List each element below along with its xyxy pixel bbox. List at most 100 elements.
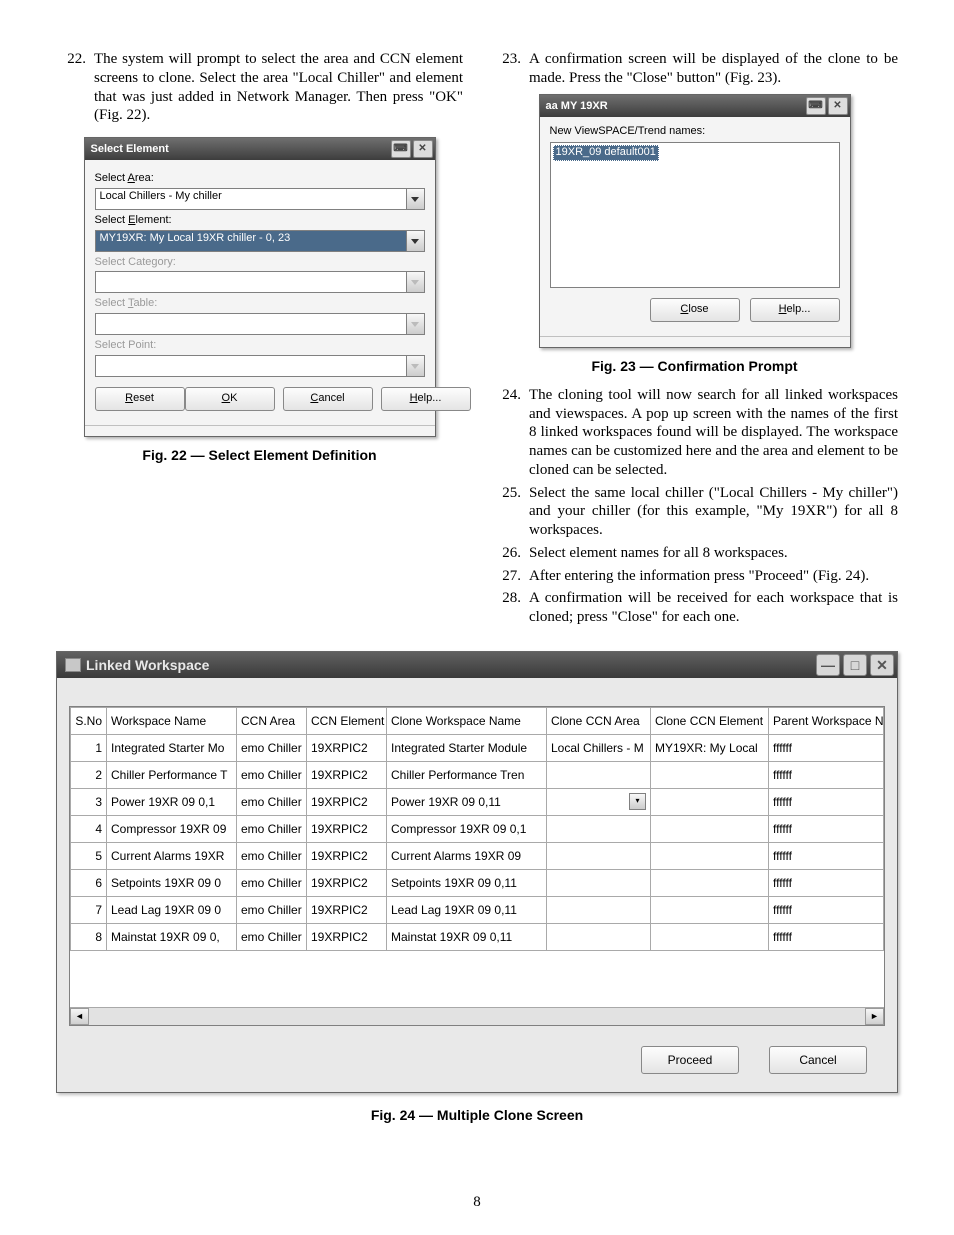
table-cell[interactable]: ffffff — [769, 815, 884, 842]
table-cell[interactable]: ffffff — [769, 788, 884, 815]
table-cell[interactable] — [547, 869, 651, 896]
table-row[interactable]: 1Integrated Starter Moemo Chiller19XRPIC… — [71, 734, 884, 761]
table-cell: emo Chiller — [237, 761, 307, 788]
instruction-step: 25.Select the same local chiller ("Local… — [491, 484, 898, 540]
linked-workspace-dialog: Linked Workspace — □ ✕ S.NoWorkspace Nam… — [56, 651, 898, 1093]
dialog-title: aa MY 19XR — [546, 95, 804, 117]
ok-button[interactable]: OK — [185, 387, 275, 411]
table-cell[interactable] — [547, 815, 651, 842]
table-cell[interactable] — [651, 896, 769, 923]
table-cell[interactable] — [547, 923, 651, 950]
table-row[interactable]: 8Mainstat 19XR 09 0,emo Chiller19XRPIC2M… — [71, 923, 884, 950]
table-cell: 19XRPIC2 — [307, 788, 387, 815]
table-row[interactable]: 4Compressor 19XR 09emo Chiller19XRPIC2Co… — [71, 815, 884, 842]
help-button[interactable]: Help... — [381, 387, 471, 411]
table-cell: 7 — [71, 896, 107, 923]
table-cell[interactable] — [651, 923, 769, 950]
close-icon[interactable]: ✕ — [413, 140, 433, 158]
table-cell[interactable]: ffffff — [769, 896, 884, 923]
select-area-field[interactable]: Local Chillers - My chiller — [95, 188, 407, 210]
table-cell[interactable] — [651, 761, 769, 788]
new-names-label: New ViewSPACE/Trend names: — [550, 125, 840, 139]
table-cell: Current Alarms 19XR — [107, 842, 237, 869]
table-cell: Chiller Performance T — [107, 761, 237, 788]
table-cell[interactable]: ffffff — [769, 734, 884, 761]
dialog-titlebar[interactable]: Linked Workspace — □ ✕ — [57, 652, 897, 678]
chevron-down-icon — [407, 355, 425, 377]
select-element-field[interactable]: MY19XR: My Local 19XR chiller - 0, 23 — [95, 230, 407, 252]
help-button[interactable]: Help... — [750, 298, 840, 322]
figure-23-caption: Fig. 23 — Confirmation Prompt — [491, 358, 898, 376]
names-listbox[interactable]: 19XR_09 default001 — [550, 142, 840, 288]
table-cell[interactable]: Current Alarms 19XR 09 — [387, 842, 547, 869]
table-row[interactable]: 3Power 19XR 09 0,1emo Chiller19XRPIC2Pow… — [71, 788, 884, 815]
horizontal-scrollbar[interactable]: ◄ ► — [70, 1007, 884, 1025]
table-row[interactable]: 6Setpoints 19XR 09 0emo Chiller19XRPIC2S… — [71, 869, 884, 896]
page-number: 8 — [0, 1194, 954, 1211]
dialog-titlebar[interactable]: aa MY 19XR ⌨ ✕ — [540, 95, 850, 117]
table-cell: Power 19XR 09 0,1 — [107, 788, 237, 815]
keyboard-icon[interactable]: ⌨ — [806, 97, 826, 115]
table-row[interactable]: 7Lead Lag 19XR 09 0emo Chiller19XRPIC2Le… — [71, 896, 884, 923]
maximize-icon[interactable]: □ — [843, 654, 867, 676]
table-cell[interactable]: Compressor 19XR 09 0,1 — [387, 815, 547, 842]
table-cell[interactable]: ffffff — [769, 761, 884, 788]
minimize-icon[interactable]: — — [816, 654, 840, 676]
table-cell[interactable]: MY19XR: My Local — [651, 734, 769, 761]
table-cell[interactable]: Setpoints 19XR 09 0,11 — [387, 869, 547, 896]
table-cell: 19XRPIC2 — [307, 815, 387, 842]
table-cell: emo Chiller — [237, 788, 307, 815]
table-cell: 3 — [71, 788, 107, 815]
table-cell[interactable]: ffffff — [769, 923, 884, 950]
select-point-field — [95, 355, 407, 377]
cancel-button[interactable]: Cancel — [769, 1046, 867, 1074]
close-icon[interactable]: ✕ — [828, 97, 848, 115]
table-cell: 4 — [71, 815, 107, 842]
table-cell[interactable]: Local Chillers - M — [547, 734, 651, 761]
close-button[interactable]: Close — [650, 298, 740, 322]
table-cell[interactable]: Chiller Performance Tren — [387, 761, 547, 788]
table-cell: 6 — [71, 869, 107, 896]
table-cell[interactable] — [651, 842, 769, 869]
table-cell[interactable] — [651, 815, 769, 842]
dialog-titlebar[interactable]: Select Element ⌨ ✕ — [85, 138, 435, 160]
instruction-step: 28.A confirmation will be received for e… — [491, 589, 898, 627]
chevron-down-icon[interactable]: ▾ — [629, 793, 646, 810]
table-header: Workspace Name — [107, 707, 237, 734]
reset-button[interactable]: Reset — [95, 387, 185, 411]
chevron-down-icon[interactable] — [407, 230, 425, 252]
table-row[interactable]: 5Current Alarms 19XRemo Chiller19XRPIC2C… — [71, 842, 884, 869]
table-cell[interactable]: Integrated Starter Module — [387, 734, 547, 761]
select-point-label: Select Point: — [95, 339, 425, 353]
workspace-table[interactable]: S.NoWorkspace NameCCN AreaCCN ElementClo… — [70, 707, 884, 951]
cancel-button[interactable]: Cancel — [283, 387, 373, 411]
table-cell[interactable] — [651, 788, 769, 815]
table-cell: Setpoints 19XR 09 0 — [107, 869, 237, 896]
step-list-right: 23.A confirmation screen will be display… — [491, 50, 898, 88]
table-cell[interactable]: ▾ — [547, 788, 651, 815]
table-cell[interactable] — [547, 842, 651, 869]
table-cell[interactable] — [547, 761, 651, 788]
table-cell[interactable] — [547, 896, 651, 923]
close-icon[interactable]: ✕ — [870, 654, 894, 676]
table-header: Clone CCN Element — [651, 707, 769, 734]
table-cell: emo Chiller — [237, 923, 307, 950]
list-item[interactable]: 19XR_09 default001 — [553, 145, 659, 161]
table-row[interactable]: 2Chiller Performance Temo Chiller19XRPIC… — [71, 761, 884, 788]
scroll-left-icon[interactable]: ◄ — [70, 1008, 89, 1025]
table-cell: Mainstat 19XR 09 0, — [107, 923, 237, 950]
table-cell: Compressor 19XR 09 — [107, 815, 237, 842]
chevron-down-icon[interactable] — [407, 188, 425, 210]
table-cell[interactable]: Lead Lag 19XR 09 0,11 — [387, 896, 547, 923]
keyboard-icon[interactable]: ⌨ — [391, 140, 411, 158]
table-cell[interactable]: ffffff — [769, 842, 884, 869]
table-cell[interactable]: Mainstat 19XR 09 0,11 — [387, 923, 547, 950]
table-cell[interactable]: ffffff — [769, 869, 884, 896]
proceed-button[interactable]: Proceed — [641, 1046, 739, 1074]
table-cell: 5 — [71, 842, 107, 869]
table-header: CCN Element — [307, 707, 387, 734]
table-cell[interactable]: Power 19XR 09 0,11 — [387, 788, 547, 815]
scroll-right-icon[interactable]: ► — [865, 1008, 884, 1025]
table-cell[interactable] — [651, 869, 769, 896]
table-cell: emo Chiller — [237, 734, 307, 761]
